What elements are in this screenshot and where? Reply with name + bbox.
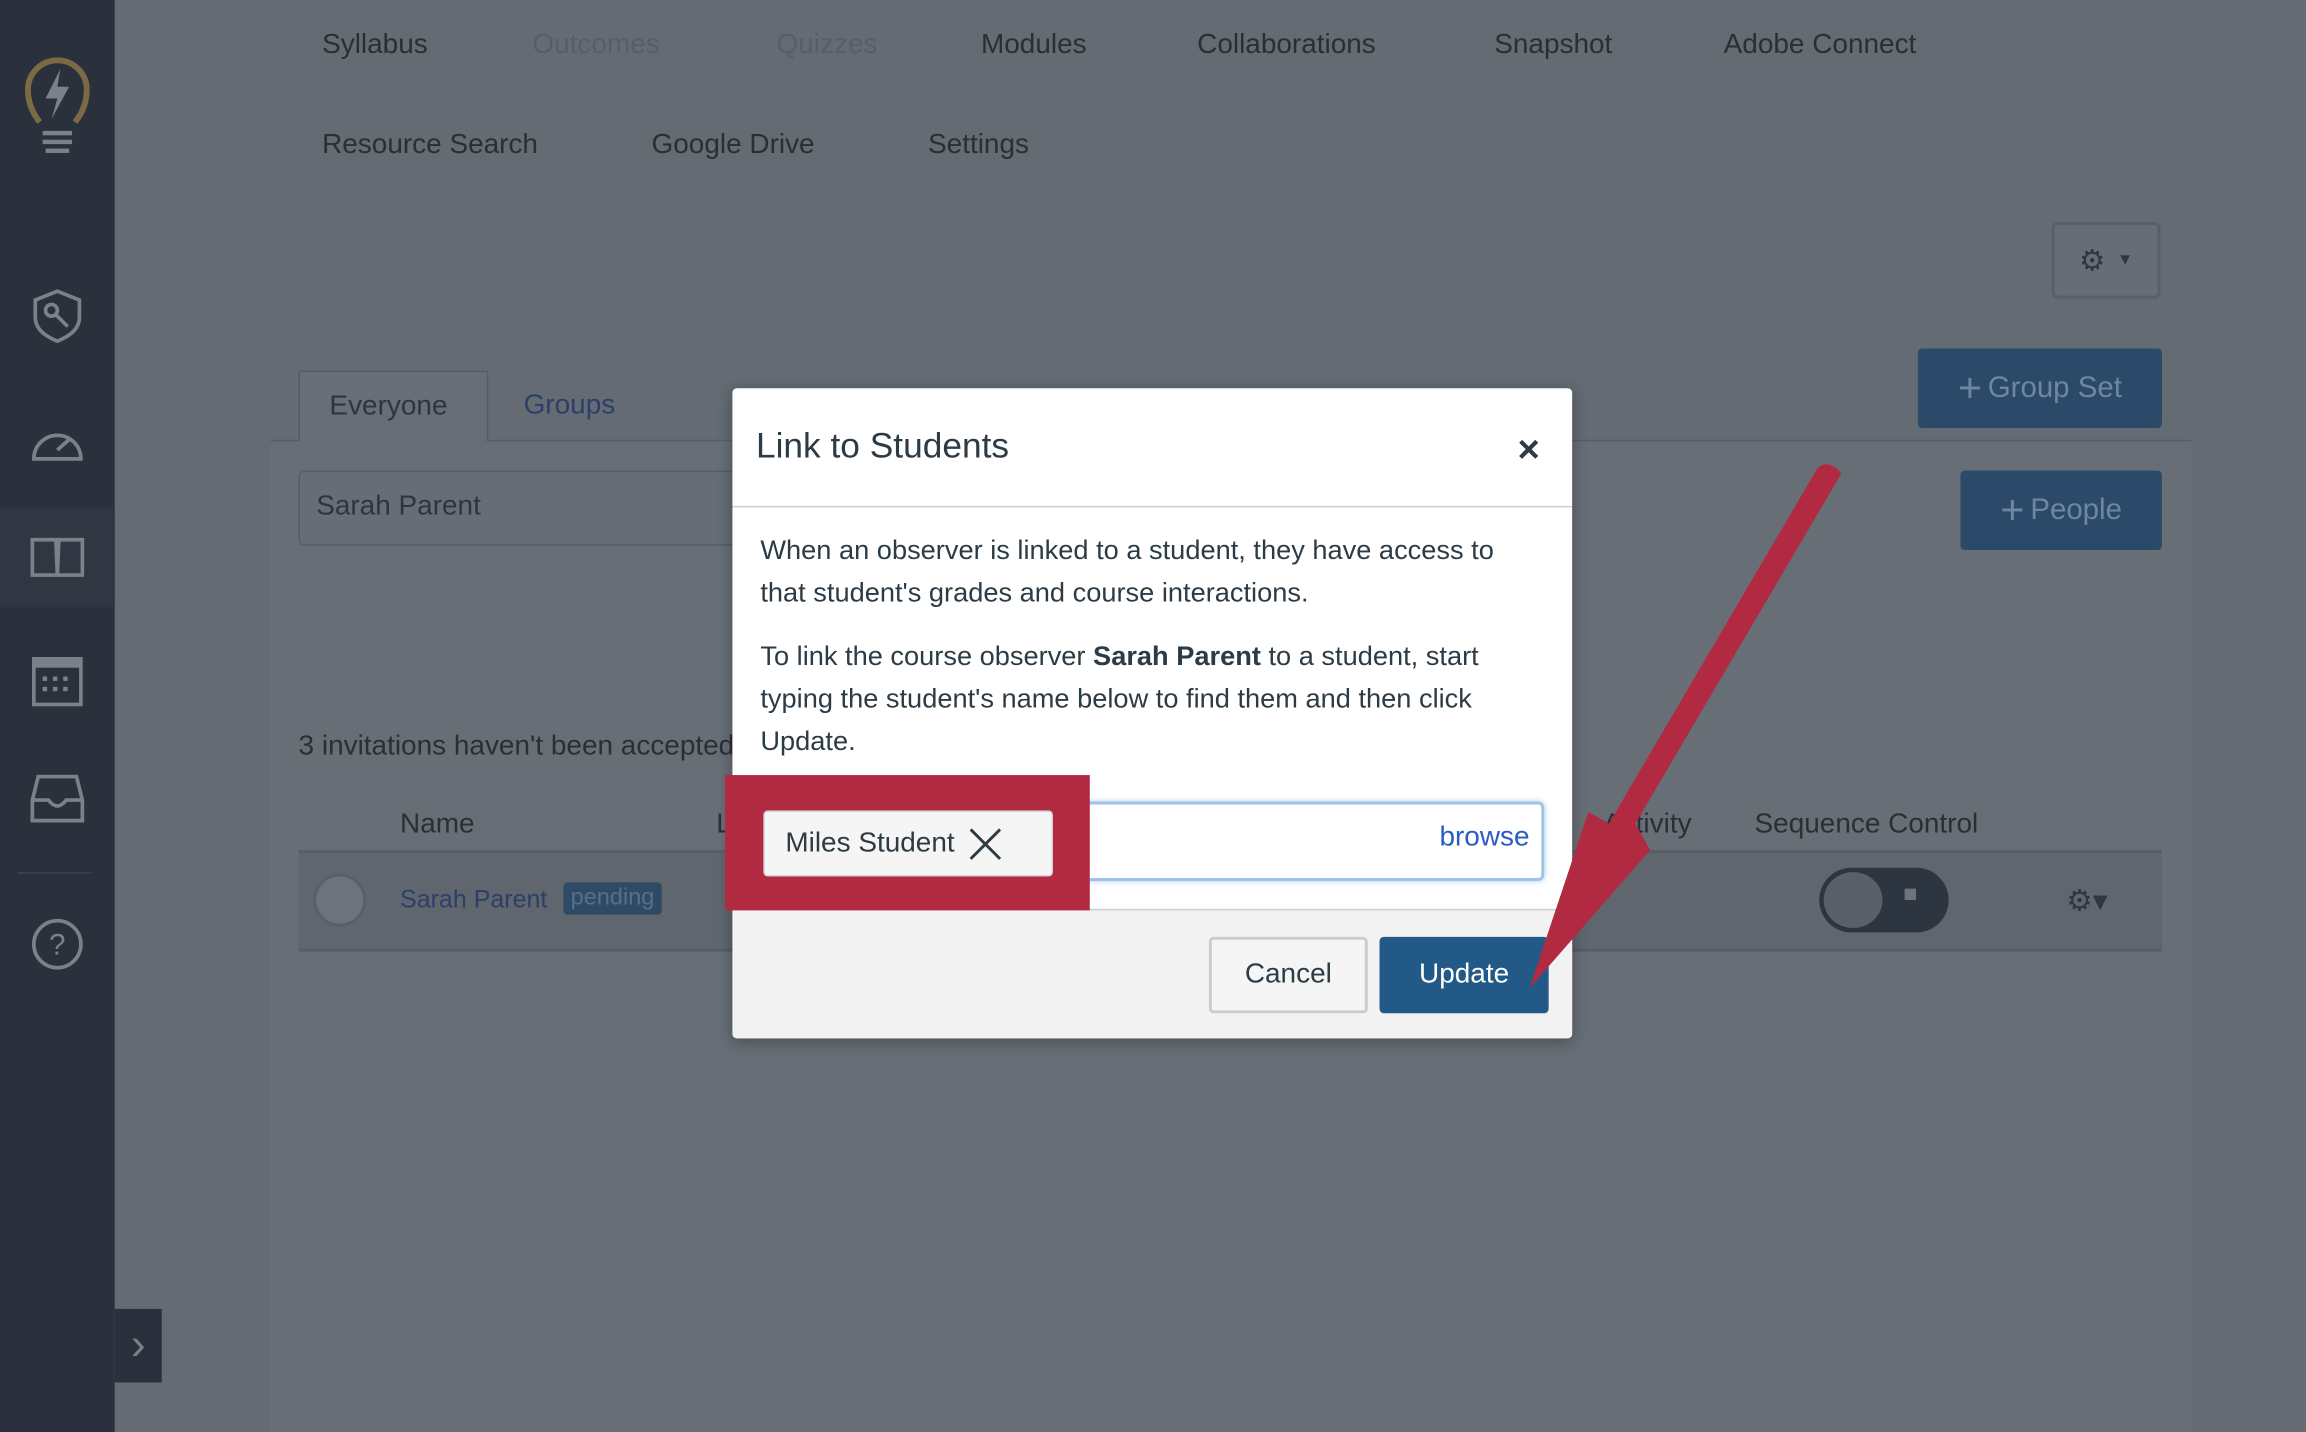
annotation-arrow [1529,464,1842,989]
arrow-shape [1529,464,1842,989]
